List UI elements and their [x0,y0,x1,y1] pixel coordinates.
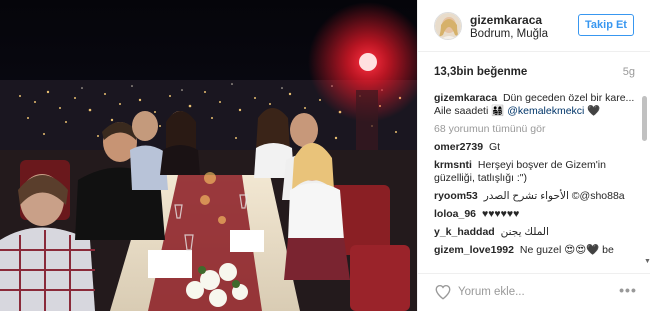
comment-username[interactable]: krmsnti [434,159,472,171]
follow-button[interactable]: Takip Et [578,14,634,36]
post-side-panel: gizemkaraca Bodrum, Muğla Takip Et 13,3b… [417,0,650,311]
comment-text: ♥♥♥♥♥♥ [481,208,520,220]
comment-username[interactable]: omer2739 [434,141,483,153]
list-item: gizem_love1992 Ne guzel 😍😍🖤 be [434,244,640,257]
post-username[interactable]: gizemkaraca [470,13,542,27]
list-item: omer2739 Gt [434,141,640,154]
caption-username[interactable]: gizemkaraca [434,92,497,104]
comment-username[interactable]: ryoom53 [434,190,478,202]
list-item: krmsnti Herşeyi boşver de Gizem'in güzel… [434,159,640,185]
post-photo[interactable] [0,0,417,311]
comment-input[interactable] [458,282,608,302]
scroll-down-arrow-icon[interactable]: ▼ [644,258,650,265]
list-item: ryoom53 الأحواء تشرح الصدر ©@sho88a [434,190,640,203]
caption-mention[interactable]: @kemalekmekci [507,105,584,117]
avatar-image [435,13,461,39]
avatar[interactable] [434,12,462,40]
likes-count[interactable]: 13,3bin beğenme [434,66,527,78]
list-item: loloa_96 ♥♥♥♥♥♥ [434,208,640,221]
post-time[interactable]: 5g [623,66,635,78]
comment-username[interactable]: y_k_haddad [434,226,495,238]
comments-list[interactable]: gizemkaraca Dün geceden özel bir kare...… [434,92,640,270]
comment-text: Ne guzel 😍😍🖤 be [519,244,614,256]
view-all-comments-link[interactable]: 68 yorumun tümünü gör [434,123,640,136]
post-photo-image [0,0,417,311]
heart-outline-icon[interactable] [434,283,452,301]
caption: gizemkaraca Dün geceden özel bir kare...… [434,92,640,118]
list-item: y_k_haddad الملك يجنن [434,226,640,239]
post-header: gizemkaraca Bodrum, Muğla Takip Et [418,0,650,52]
post-location[interactable]: Bodrum, Muğla [470,28,548,40]
comment-text: الملك يجنن [500,226,549,238]
caption-suffix: 🖤 [584,105,601,117]
comment-username[interactable]: loloa_96 [434,208,476,220]
comment-footer: ••• [418,273,650,311]
comment-text: الأحواء تشرح الصدر ©@sho88a [483,190,625,202]
scrollbar-thumb[interactable] [642,96,647,141]
likes-row: 13,3bin beğenme 5g [434,66,635,82]
comments-scrollbar[interactable] [642,96,647,272]
comment-username[interactable]: gizem_love1992 [434,244,514,256]
comment-text: Gt [488,141,501,153]
more-dots-icon[interactable]: ••• [618,280,638,300]
